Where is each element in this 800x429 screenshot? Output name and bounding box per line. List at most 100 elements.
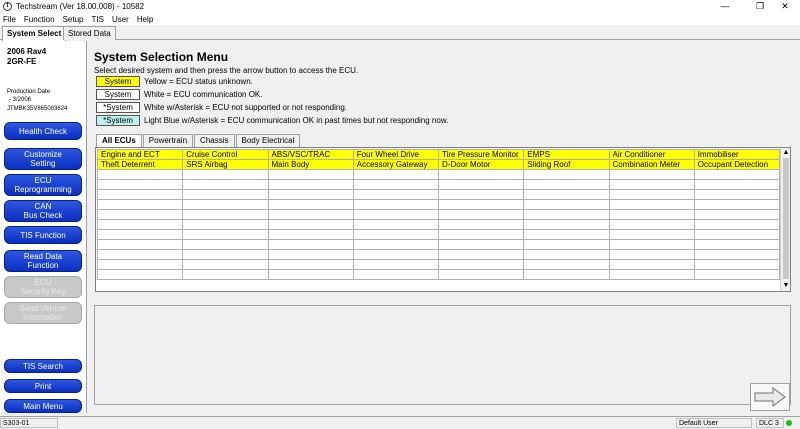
scroll-thumb[interactable] <box>783 158 789 279</box>
empty-cell <box>352 209 440 220</box>
empty-cell <box>352 249 440 260</box>
empty-cell <box>267 239 354 250</box>
main-menu-button[interactable]: Main Menu <box>4 399 82 413</box>
legend-row: *System Light Blue w/Asterisk = ECU comm… <box>96 115 448 126</box>
legend-text: White w/Asterisk = ECU not supported or … <box>144 103 347 112</box>
empty-cell <box>693 199 781 210</box>
tab-body-electrical[interactable]: Body Electrical <box>235 134 301 147</box>
empty-cell <box>352 189 440 200</box>
menu-setup[interactable]: Setup <box>63 15 84 24</box>
tab-all-ecus[interactable]: All ECUs <box>96 134 142 147</box>
ecu-cell[interactable]: Combination Meter <box>608 159 695 170</box>
table-row <box>96 189 781 200</box>
empty-cell <box>267 249 354 260</box>
empty-cell <box>523 249 610 260</box>
ecu-cell[interactable]: Immobiliser <box>693 149 781 160</box>
ecu-cell[interactable]: Accessory Gateway <box>352 159 440 170</box>
ecu-cell[interactable]: Main Body <box>267 159 354 170</box>
scroll-down-icon[interactable]: ▼ <box>781 281 790 291</box>
empty-cell <box>437 169 525 180</box>
health-check-button[interactable]: Health Check <box>4 122 82 140</box>
empty-cell <box>523 189 610 200</box>
page-title: System Selection Menu <box>94 50 229 64</box>
menu-tis[interactable]: TIS <box>91 15 103 24</box>
empty-cell <box>693 239 781 250</box>
tis-function-button[interactable]: TIS Function <box>4 226 82 244</box>
ecu-grid-scrollbar[interactable]: ▲ ▼ <box>780 148 790 291</box>
empty-cell <box>267 209 354 220</box>
top-tab-bar: System Select Stored Data <box>0 25 800 41</box>
ecu-cell[interactable]: ABS/VSC/TRAC <box>267 149 354 160</box>
can-bus-check-button[interactable]: CAN Bus Check <box>4 200 82 222</box>
ecu-cell[interactable]: Air Conditioner <box>608 149 695 160</box>
ecu-cell[interactable]: Theft Deterrent <box>96 159 184 170</box>
next-arrow-button[interactable] <box>750 383 790 411</box>
ecu-grid: Engine and ECT Cruise Control ABS/VSC/TRAC… <box>95 147 791 292</box>
customize-setting-button[interactable]: Customize Setting <box>4 148 82 170</box>
tis-search-button[interactable]: TIS Search <box>4 359 82 373</box>
ecu-cell[interactable]: D-Door Motor <box>437 159 525 170</box>
empty-cell <box>437 259 525 270</box>
empty-cell <box>267 179 354 190</box>
ecu-security-key-button[interactable]: ECU Security Key <box>4 276 82 298</box>
empty-cell <box>96 189 184 200</box>
minimize-button[interactable]: — <box>710 0 740 13</box>
menu-function[interactable]: Function <box>24 15 55 24</box>
tab-chassis[interactable]: Chassis <box>194 134 235 147</box>
scroll-up-icon[interactable]: ▲ <box>781 148 790 158</box>
vehicle-model: 2006 Rav4 <box>7 47 47 56</box>
ecu-cell[interactable]: SRS Airbag <box>182 159 269 170</box>
empty-cell <box>182 259 269 270</box>
empty-cell <box>437 199 525 210</box>
print-button[interactable]: Print <box>4 379 82 393</box>
send-vehicle-information-button[interactable]: Send Vehicle Information <box>4 302 82 324</box>
empty-cell <box>267 189 354 200</box>
menu-help[interactable]: Help <box>137 15 153 24</box>
empty-cell <box>267 199 354 210</box>
menu-user[interactable]: User <box>112 15 129 24</box>
ecu-cell[interactable]: Occupant Detection <box>693 159 781 170</box>
menu-bar: File Function Setup TIS User Help <box>0 13 800 25</box>
empty-cell <box>96 199 184 210</box>
empty-cell <box>267 169 354 180</box>
tab-stored-data[interactable]: Stored Data <box>63 26 116 40</box>
empty-cell <box>437 219 525 230</box>
legend-swatch-white: System <box>96 89 140 100</box>
window-title: Techstream (Ver 18.00.008) - 10582 <box>16 2 145 11</box>
ecu-cell[interactable]: Tire Pressure Monitor <box>437 149 525 160</box>
legend-swatch-light-blue: *System <box>96 115 140 126</box>
empty-cell <box>182 249 269 260</box>
ecu-cell[interactable]: Engine and ECT <box>96 149 184 160</box>
vin-number: JTMBK35V865003624 <box>7 106 68 112</box>
legend-row: System White = ECU communication OK. <box>96 89 262 100</box>
ecu-cell[interactable]: Four Wheel Drive <box>352 149 440 160</box>
ecu-cell[interactable]: Cruise Control <box>182 149 269 160</box>
empty-cell <box>693 219 781 230</box>
table-row: Engine and ECT Cruise Control ABS/VSC/TRAC… <box>96 149 781 160</box>
empty-cell <box>437 229 525 240</box>
empty-cell <box>608 239 695 250</box>
table-row <box>96 169 781 180</box>
empty-cell <box>352 239 440 250</box>
close-button[interactable]: ✕ <box>770 0 800 13</box>
empty-cell <box>693 259 781 270</box>
empty-cell <box>693 249 781 260</box>
table-row <box>96 219 781 230</box>
tab-system-select[interactable]: System Select <box>2 26 67 41</box>
ecu-reprogramming-button[interactable]: ECU Reprogramming <box>4 174 82 196</box>
empty-cell <box>182 189 269 200</box>
empty-cell <box>437 269 525 280</box>
production-date-label: Production Date <box>7 89 51 95</box>
ecu-cell[interactable]: Sliding Roof <box>523 159 610 170</box>
table-row <box>96 249 781 260</box>
legend-row: System Yellow = ECU status unknown. <box>96 76 253 87</box>
empty-cell <box>523 179 610 190</box>
empty-cell <box>182 199 269 210</box>
menu-file[interactable]: File <box>3 15 16 24</box>
read-data-function-button[interactable]: Read Data Function <box>4 250 82 272</box>
tab-powertrain[interactable]: Powertrain <box>142 134 194 147</box>
empty-cell <box>267 259 354 270</box>
ecu-cell[interactable]: EMPS <box>523 149 610 160</box>
empty-cell <box>437 249 525 260</box>
empty-cell <box>693 179 781 190</box>
